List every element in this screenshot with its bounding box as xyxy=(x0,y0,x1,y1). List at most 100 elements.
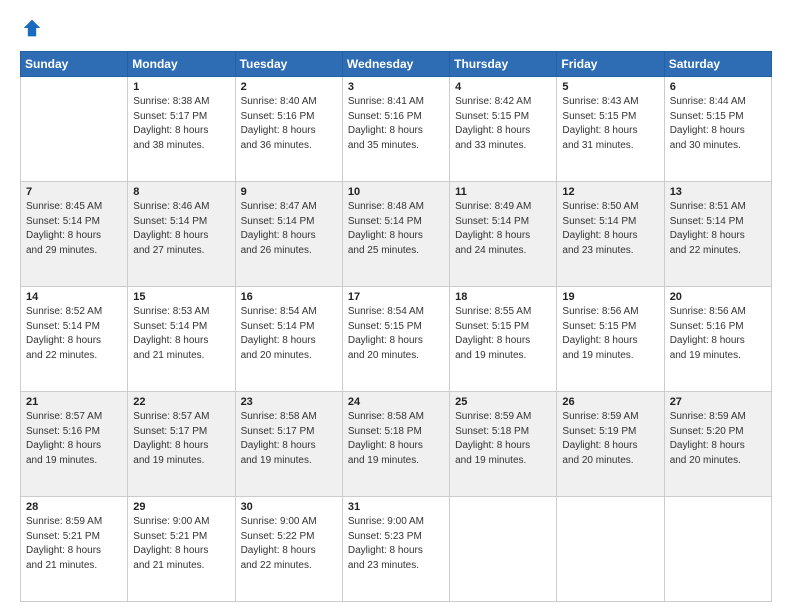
day-info: Sunrise: 9:00 AM Sunset: 5:22 PM Dayligh… xyxy=(241,515,337,573)
header xyxy=(20,18,772,43)
day-info: Sunrise: 9:00 AM Sunset: 5:21 PM Dayligh… xyxy=(133,515,229,573)
calendar-cell: 12 Sunrise: 8:50 AM Sunset: 5:14 PM Dayli… xyxy=(557,182,664,287)
week-row-2: 7 Sunrise: 8:45 AM Sunset: 5:14 PM Daylig… xyxy=(21,182,772,287)
calendar-cell xyxy=(21,77,128,182)
day-info: Sunrise: 8:54 AM Sunset: 5:15 PM Dayligh… xyxy=(348,305,444,363)
calendar-cell: 5 Sunrise: 8:43 AM Sunset: 5:15 PM Daylig… xyxy=(557,77,664,182)
calendar-cell: 23Sunrise: 8:58 AM Sunset: 5:17 PM Dayli… xyxy=(235,392,342,497)
day-info: Sunrise: 8:49 AM Sunset: 5:14 PM Dayligh… xyxy=(455,200,551,258)
day-number: 4 xyxy=(455,81,551,93)
day-number: 20 xyxy=(670,291,766,303)
calendar-cell: 22 Sunrise: 8:57 AM Sunset: 5:17 PM Dayli… xyxy=(128,392,235,497)
calendar-cell: 20 Sunrise: 8:56 AM Sunset: 5:16 PM Dayli… xyxy=(664,287,771,392)
page: SundayMondayTuesdayWednesdayThursdayFrid… xyxy=(0,0,792,612)
day-info: Sunrise: 8:51 AM Sunset: 5:14 PM Dayligh… xyxy=(670,200,766,258)
week-row-5: 28 Sunrise: 8:59 AM Sunset: 5:21 PM Dayli… xyxy=(21,497,772,602)
day-number: 29 xyxy=(133,501,229,513)
day-info: Sunrise: 8:59 AM Sunset: 5:18 PM Dayligh… xyxy=(455,410,551,468)
calendar-cell: 3 Sunrise: 8:41 AM Sunset: 5:16 PM Daylig… xyxy=(342,77,449,182)
day-info: Sunrise: 8:50 AM Sunset: 5:14 PM Dayligh… xyxy=(562,200,658,258)
day-number: 31 xyxy=(348,501,444,513)
calendar-cell: 10Sunrise: 8:48 AM Sunset: 5:14 PM Dayli… xyxy=(342,182,449,287)
day-number: 25 xyxy=(455,396,551,408)
day-info: Sunrise: 8:43 AM Sunset: 5:15 PM Dayligh… xyxy=(562,95,658,153)
day-info: Sunrise: 8:45 AM Sunset: 5:14 PM Dayligh… xyxy=(26,200,122,258)
day-info: Sunrise: 8:40 AM Sunset: 5:16 PM Dayligh… xyxy=(241,95,337,153)
day-number: 28 xyxy=(26,501,122,513)
day-number: 16 xyxy=(241,291,337,303)
calendar-cell: 9 Sunrise: 8:47 AM Sunset: 5:14 PM Daylig… xyxy=(235,182,342,287)
day-number: 17 xyxy=(348,291,444,303)
day-info: Sunrise: 8:52 AM Sunset: 5:14 PM Dayligh… xyxy=(26,305,122,363)
day-number: 18 xyxy=(455,291,551,303)
calendar-cell: 8Sunrise: 8:46 AM Sunset: 5:14 PM Daylig… xyxy=(128,182,235,287)
calendar-cell: 11Sunrise: 8:49 AM Sunset: 5:14 PM Dayli… xyxy=(450,182,557,287)
day-info: Sunrise: 8:46 AM Sunset: 5:14 PM Dayligh… xyxy=(133,200,229,258)
day-info: Sunrise: 8:54 AM Sunset: 5:14 PM Dayligh… xyxy=(241,305,337,363)
weekday-monday: Monday xyxy=(128,52,235,77)
calendar-cell: 17 Sunrise: 8:54 AM Sunset: 5:15 PM Dayli… xyxy=(342,287,449,392)
calendar-cell: 18 Sunrise: 8:55 AM Sunset: 5:15 PM Dayli… xyxy=(450,287,557,392)
day-info: Sunrise: 8:42 AM Sunset: 5:15 PM Dayligh… xyxy=(455,95,551,153)
calendar-cell: 2 Sunrise: 8:40 AM Sunset: 5:16 PM Daylig… xyxy=(235,77,342,182)
logo-icon xyxy=(22,18,42,38)
day-info: Sunrise: 8:57 AM Sunset: 5:16 PM Dayligh… xyxy=(26,410,122,468)
logo xyxy=(20,18,46,43)
calendar-cell: 24 Sunrise: 8:58 AM Sunset: 5:18 PM Dayli… xyxy=(342,392,449,497)
day-number: 21 xyxy=(26,396,122,408)
calendar-cell: 29 Sunrise: 9:00 AM Sunset: 5:21 PM Dayli… xyxy=(128,497,235,602)
day-number: 22 xyxy=(133,396,229,408)
day-number: 9 xyxy=(241,186,337,198)
weekday-wednesday: Wednesday xyxy=(342,52,449,77)
day-number: 7 xyxy=(26,186,122,198)
day-number: 30 xyxy=(241,501,337,513)
calendar-cell: 7 Sunrise: 8:45 AM Sunset: 5:14 PM Daylig… xyxy=(21,182,128,287)
calendar-cell xyxy=(557,497,664,602)
calendar-cell: 6Sunrise: 8:44 AM Sunset: 5:15 PM Daylig… xyxy=(664,77,771,182)
day-number: 26 xyxy=(562,396,658,408)
day-info: Sunrise: 8:38 AM Sunset: 5:17 PM Dayligh… xyxy=(133,95,229,153)
day-number: 19 xyxy=(562,291,658,303)
calendar-cell xyxy=(450,497,557,602)
calendar-cell: 1 Sunrise: 8:38 AM Sunset: 5:17 PM Daylig… xyxy=(128,77,235,182)
calendar-cell: 28 Sunrise: 8:59 AM Sunset: 5:21 PM Dayli… xyxy=(21,497,128,602)
calendar-cell: 16 Sunrise: 8:54 AM Sunset: 5:14 PM Dayli… xyxy=(235,287,342,392)
calendar-cell: 19 Sunrise: 8:56 AM Sunset: 5:15 PM Dayli… xyxy=(557,287,664,392)
day-number: 5 xyxy=(562,81,658,93)
week-row-1: 1 Sunrise: 8:38 AM Sunset: 5:17 PM Daylig… xyxy=(21,77,772,182)
day-info: Sunrise: 8:56 AM Sunset: 5:16 PM Dayligh… xyxy=(670,305,766,363)
day-number: 3 xyxy=(348,81,444,93)
day-info: Sunrise: 8:41 AM Sunset: 5:16 PM Dayligh… xyxy=(348,95,444,153)
calendar-cell: 15Sunrise: 8:53 AM Sunset: 5:14 PM Dayli… xyxy=(128,287,235,392)
calendar-table: SundayMondayTuesdayWednesdayThursdayFrid… xyxy=(20,51,772,602)
day-info: Sunrise: 8:59 AM Sunset: 5:19 PM Dayligh… xyxy=(562,410,658,468)
day-info: Sunrise: 9:00 AM Sunset: 5:23 PM Dayligh… xyxy=(348,515,444,573)
day-number: 6 xyxy=(670,81,766,93)
calendar-cell: 30 Sunrise: 9:00 AM Sunset: 5:22 PM Dayli… xyxy=(235,497,342,602)
week-row-3: 14 Sunrise: 8:52 AM Sunset: 5:14 PM Dayli… xyxy=(21,287,772,392)
week-row-4: 21 Sunrise: 8:57 AM Sunset: 5:16 PM Dayli… xyxy=(21,392,772,497)
day-info: Sunrise: 8:59 AM Sunset: 5:20 PM Dayligh… xyxy=(670,410,766,468)
day-info: Sunrise: 8:57 AM Sunset: 5:17 PM Dayligh… xyxy=(133,410,229,468)
weekday-tuesday: Tuesday xyxy=(235,52,342,77)
day-info: Sunrise: 8:48 AM Sunset: 5:14 PM Dayligh… xyxy=(348,200,444,258)
day-info: Sunrise: 8:56 AM Sunset: 5:15 PM Dayligh… xyxy=(562,305,658,363)
day-number: 14 xyxy=(26,291,122,303)
weekday-sunday: Sunday xyxy=(21,52,128,77)
calendar-cell xyxy=(664,497,771,602)
day-info: Sunrise: 8:59 AM Sunset: 5:21 PM Dayligh… xyxy=(26,515,122,573)
day-info: Sunrise: 8:55 AM Sunset: 5:15 PM Dayligh… xyxy=(455,305,551,363)
day-number: 2 xyxy=(241,81,337,93)
day-number: 27 xyxy=(670,396,766,408)
day-info: Sunrise: 8:47 AM Sunset: 5:14 PM Dayligh… xyxy=(241,200,337,258)
day-info: Sunrise: 8:58 AM Sunset: 5:18 PM Dayligh… xyxy=(348,410,444,468)
day-number: 15 xyxy=(133,291,229,303)
day-number: 1 xyxy=(133,81,229,93)
calendar-cell: 26 Sunrise: 8:59 AM Sunset: 5:19 PM Dayli… xyxy=(557,392,664,497)
day-info: Sunrise: 8:58 AM Sunset: 5:17 PM Dayligh… xyxy=(241,410,337,468)
calendar-cell: 13Sunrise: 8:51 AM Sunset: 5:14 PM Dayli… xyxy=(664,182,771,287)
day-number: 12 xyxy=(562,186,658,198)
weekday-thursday: Thursday xyxy=(450,52,557,77)
weekday-friday: Friday xyxy=(557,52,664,77)
day-number: 24 xyxy=(348,396,444,408)
